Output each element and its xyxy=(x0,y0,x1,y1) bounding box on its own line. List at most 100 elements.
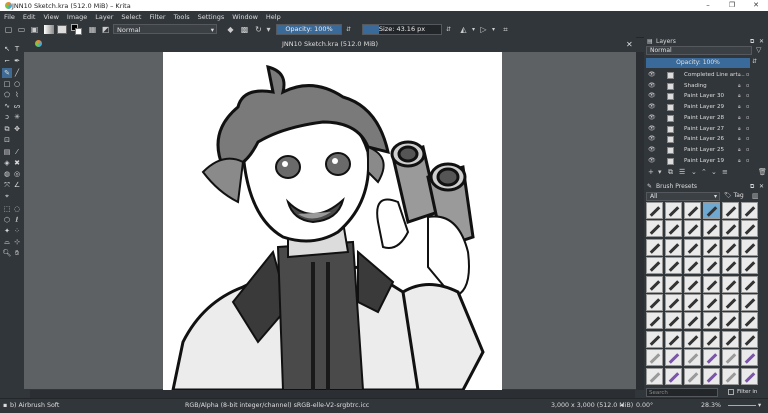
brush-preset-item[interactable] xyxy=(722,312,739,330)
polygonal-selection-tool-icon[interactable]: ⬡ xyxy=(2,215,12,225)
brush-preset-item[interactable] xyxy=(703,312,720,330)
brush-preset-item[interactable] xyxy=(646,220,663,238)
text-tool-icon[interactable]: T xyxy=(12,44,22,54)
brush-preset-item[interactable] xyxy=(703,257,720,275)
bezier-selection-tool-icon[interactable]: ⌓ xyxy=(2,237,12,247)
brush-preset-item[interactable] xyxy=(722,349,739,367)
size-stepper-icon[interactable]: ⇵ xyxy=(444,25,453,34)
move-tool-icon[interactable]: ✥ xyxy=(12,124,22,134)
brush-preset-item[interactable] xyxy=(741,220,758,238)
brush-preset-icon[interactable]: ◩ xyxy=(101,25,110,34)
brush-settings-icon[interactable]: ▦ xyxy=(88,25,97,34)
elliptical-selection-tool-icon[interactable]: ◌ xyxy=(12,204,22,214)
brush-preset-item[interactable] xyxy=(741,367,758,385)
menu-help[interactable]: Help xyxy=(262,13,285,21)
duplicate-layer-icon[interactable]: ⧉ xyxy=(668,168,673,177)
layer-row[interactable]: 👁︎ Shading 🔒︎ α xyxy=(646,81,756,92)
maximize-button[interactable]: ❐ xyxy=(720,0,744,11)
layer-lock-icon[interactable]: 🔒︎ xyxy=(738,156,741,167)
zoom-tool-icon[interactable]: 🔍︎ xyxy=(2,248,12,258)
brush-preset-item[interactable] xyxy=(741,202,758,219)
layer-lock-icon[interactable]: 🔒︎ xyxy=(738,81,741,92)
brush-preset-item[interactable] xyxy=(665,312,682,330)
layer-options-icon[interactable]: ≡ xyxy=(722,168,728,176)
assistant-tool-icon[interactable]: ⤧ xyxy=(2,180,12,190)
calligraphy-tool-icon[interactable]: ✒ xyxy=(12,56,22,66)
rectangle-tool-icon[interactable]: □ xyxy=(2,79,12,89)
preserve-alpha-icon[interactable]: ▩ xyxy=(240,25,249,34)
layer-opacity-slider[interactable]: Opacity: 100% xyxy=(646,58,750,68)
save-document-icon[interactable]: ▣ xyxy=(30,25,39,34)
layer-visibility-icon[interactable]: 👁︎ xyxy=(648,156,656,167)
chevron-down-icon[interactable]: ▾ xyxy=(489,25,498,34)
reload-preset-icon[interactable]: ↻ xyxy=(254,25,263,34)
gradient-tool-icon[interactable]: ▤ xyxy=(2,147,12,157)
zoom-slider-handle-icon[interactable]: ▾ xyxy=(758,402,761,409)
brush-preset-item[interactable] xyxy=(722,367,739,385)
brush-preset-item[interactable] xyxy=(741,275,758,293)
layer-lock-icon[interactable]: 🔒︎ xyxy=(738,102,741,113)
chevron-down-icon[interactable]: ▾ xyxy=(264,25,273,34)
eraser-mode-icon[interactable]: ◆ xyxy=(226,25,235,34)
layer-visibility-icon[interactable]: 👁︎ xyxy=(648,145,656,156)
line-tool-icon[interactable]: ╱ xyxy=(12,68,22,78)
opacity-stepper-icon[interactable]: ⇵ xyxy=(344,25,353,34)
brush-preset-item[interactable] xyxy=(684,294,701,311)
brush-preset-item[interactable] xyxy=(722,220,739,238)
fill-tool-icon[interactable]: ◍ xyxy=(2,169,12,179)
layer-visibility-icon[interactable]: 👁︎ xyxy=(648,113,656,124)
layer-visibility-icon[interactable]: 👁︎ xyxy=(648,70,656,81)
colorize-mask-tool-icon[interactable]: ◈ xyxy=(2,158,12,168)
wrap-around-icon[interactable]: ⌗ xyxy=(501,25,510,34)
menu-view[interactable]: View xyxy=(39,13,62,21)
brush-preset-item[interactable] xyxy=(722,257,739,275)
brush-preset-item[interactable] xyxy=(646,275,663,293)
layer-row[interactable]: 👁︎ Paint Layer 27 🔒︎ α xyxy=(646,124,756,135)
layer-visibility-icon[interactable]: 👁︎ xyxy=(648,102,656,113)
freehand-brush-tool-icon[interactable]: ✎ xyxy=(2,68,12,78)
brush-preset-item[interactable] xyxy=(703,275,720,293)
layer-row[interactable]: 👁︎ Completed Line art ... 🔒︎ α xyxy=(646,70,756,81)
layer-visibility-icon[interactable]: 👁︎ xyxy=(648,124,656,135)
merge-layer-icon[interactable]: ⌄ xyxy=(711,168,717,176)
transform-tool-icon[interactable]: ⊡ xyxy=(2,135,12,145)
new-document-icon[interactable]: ▢ xyxy=(4,25,13,34)
brush-search-input[interactable]: Search xyxy=(646,388,718,397)
brush-preset-item[interactable] xyxy=(684,275,701,293)
polyline-tool-icon[interactable]: ⌇ xyxy=(12,90,22,100)
brush-preset-item[interactable] xyxy=(646,312,663,330)
brush-preset-item[interactable] xyxy=(665,275,682,293)
layer-lock-icon[interactable]: 🔒︎ xyxy=(738,91,741,102)
open-document-icon[interactable]: ▭ xyxy=(17,25,26,34)
brush-preset-item[interactable] xyxy=(703,349,720,367)
menu-tools[interactable]: Tools xyxy=(170,13,194,21)
brush-preset-item[interactable] xyxy=(741,294,758,311)
horizontal-scrollbar[interactable] xyxy=(30,390,635,398)
brush-preset-item[interactable] xyxy=(665,202,682,219)
minimize-button[interactable]: – xyxy=(696,0,720,11)
menu-filter[interactable]: Filter xyxy=(145,13,169,21)
dynamic-brush-tool-icon[interactable]: ↄ xyxy=(2,112,12,122)
freehand-path-tool-icon[interactable]: ᔕ xyxy=(12,101,22,111)
mirror-horizontal-icon[interactable]: ◭ xyxy=(459,25,468,34)
pattern-swatch[interactable] xyxy=(57,25,67,34)
float-panel-icon[interactable]: ⧉ xyxy=(750,37,754,46)
brush-preset-item[interactable] xyxy=(722,238,739,256)
layer-visibility-icon[interactable]: 👁︎ xyxy=(648,81,656,92)
chevron-down-icon[interactable]: ▾ xyxy=(658,168,662,176)
brush-preset-item[interactable] xyxy=(741,349,758,367)
alpha-lock-icon[interactable]: α xyxy=(746,91,749,102)
brush-preset-item[interactable] xyxy=(684,257,701,275)
menu-window[interactable]: Window xyxy=(228,13,262,21)
float-panel-icon[interactable]: ⧉ xyxy=(750,182,754,191)
close-window-button[interactable]: ✕ xyxy=(744,0,768,11)
layer-visibility-icon[interactable]: 👁︎ xyxy=(648,134,656,145)
alpha-lock-icon[interactable]: α xyxy=(746,102,749,113)
brush-preset-item[interactable] xyxy=(665,257,682,275)
brush-preset-item[interactable] xyxy=(684,220,701,238)
brush-preset-item[interactable] xyxy=(741,238,758,256)
brush-preset-item[interactable] xyxy=(741,312,758,330)
brush-preset-item[interactable] xyxy=(684,238,701,256)
alpha-lock-icon[interactable]: α xyxy=(746,134,749,145)
brush-preset-item[interactable] xyxy=(646,330,663,348)
